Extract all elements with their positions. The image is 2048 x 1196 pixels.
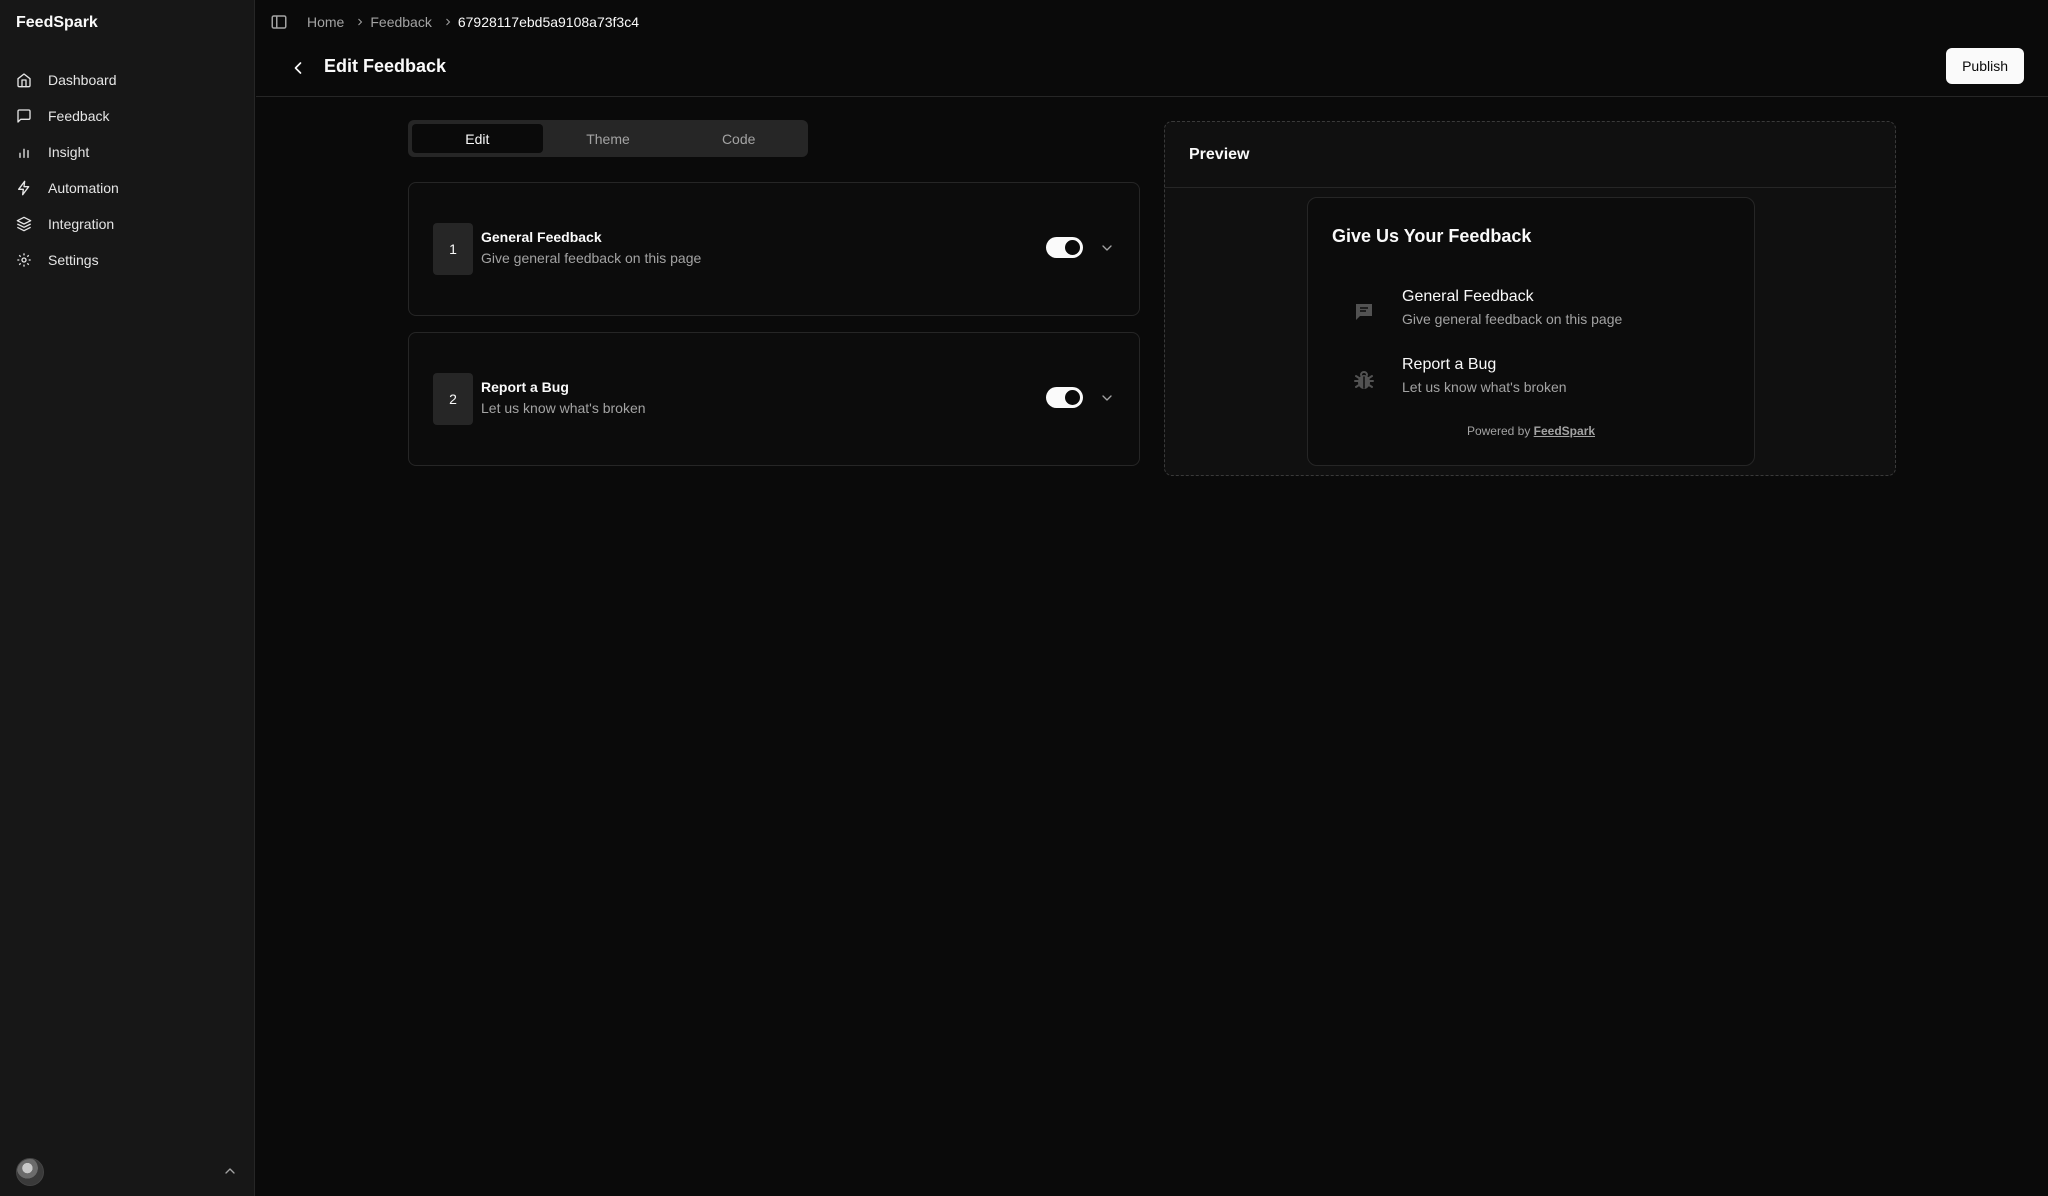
option-title: Report a Bug [481, 379, 569, 395]
bug-icon [1354, 371, 1374, 389]
sidebar-item-label: Feedback [48, 108, 110, 124]
widget-item-general-feedback[interactable]: General Feedback Give general feedback o… [1332, 288, 1732, 338]
toggle-knob [1065, 390, 1080, 405]
preview-panel: Preview Give Us Your Feedback General Fe… [1164, 121, 1896, 476]
sidebar-item-automation[interactable]: Automation [8, 170, 246, 206]
widget-item-description: Let us know what's broken [1402, 379, 1567, 395]
widget-item-title: Report a Bug [1402, 356, 1497, 373]
sidebar-item-dashboard[interactable]: Dashboard [8, 62, 246, 98]
option-description: Give general feedback on this page [481, 250, 702, 266]
avatar[interactable] [16, 1158, 44, 1186]
bar-chart-icon [19, 148, 29, 158]
option-number: 1 [433, 223, 473, 275]
sidebar-toggle-icon[interactable] [270, 13, 288, 31]
breadcrumb-feedback[interactable]: Feedback [370, 14, 431, 30]
option-card-general-feedback: 1 General Feedback Give general feedback… [408, 182, 1140, 316]
page-header: Edit Feedback Publish [256, 44, 2048, 97]
preview-title: Preview [1189, 146, 1250, 163]
chevron-down-icon[interactable] [1099, 240, 1115, 256]
option-enabled-toggle[interactable] [1046, 237, 1083, 258]
chat-bubble-icon [1356, 304, 1372, 320]
sidebar-item-label: Automation [48, 180, 119, 196]
sidebar-item-label: Settings [48, 252, 99, 268]
widget-item-title: General Feedback [1402, 288, 1534, 305]
preview-header: Preview [1165, 122, 1895, 188]
widget-item-report-bug[interactable]: Report a Bug Let us know what's broken [1332, 356, 1732, 406]
brand-logo[interactable]: FeedSpark [16, 14, 98, 32]
option-number: 2 [433, 373, 473, 425]
sidebar-item-label: Dashboard [48, 72, 117, 88]
sidebar-item-label: Insight [48, 144, 90, 160]
feedback-widget: Give Us Your Feedback General Feedback G… [1307, 197, 1755, 466]
chevron-right-icon [445, 18, 451, 26]
chevron-right-icon [358, 18, 363, 26]
tab-code[interactable]: Code [673, 124, 804, 153]
sidebar-item-insight[interactable]: Insight [8, 134, 246, 170]
gear-icon [17, 253, 31, 267]
chevron-up-icon[interactable] [222, 1163, 238, 1182]
zap-icon [18, 180, 30, 196]
sidebar-item-integration[interactable]: Integration [8, 206, 246, 242]
sidebar-item-settings[interactable]: Settings [8, 242, 246, 278]
breadcrumb: Home Feedback 67928117ebd5a9108a73f3c4 [307, 14, 639, 30]
option-title: General Feedback [481, 229, 602, 245]
chevron-down-icon[interactable] [1099, 390, 1115, 406]
tab-theme[interactable]: Theme [543, 124, 674, 153]
powered-by: Powered by FeedSpark [1308, 424, 1754, 438]
sidebar-nav: Dashboard Feedback Insight Automation In… [8, 62, 246, 278]
widget-title: Give Us Your Feedback [1332, 226, 1532, 246]
message-square-icon [17, 109, 31, 123]
sidebar-item-feedback[interactable]: Feedback [8, 98, 246, 134]
option-card-report-bug: 2 Report a Bug Let us know what's broken [408, 332, 1140, 466]
home-icon [17, 73, 31, 88]
user-menu[interactable] [16, 1158, 238, 1186]
topbar: Home Feedback 67928117ebd5a9108a73f3c4 [256, 0, 2048, 44]
publish-button[interactable]: Publish [1946, 48, 2024, 84]
widget-item-description: Give general feedback on this page [1402, 311, 1623, 327]
page-title: Edit Feedback [324, 56, 447, 76]
powered-by-text: Powered by [1466, 424, 1531, 438]
powered-by-link[interactable]: FeedSpark [1534, 424, 1595, 438]
editor-tabs: Edit Theme Code [408, 120, 808, 157]
sidebar: FeedSpark Dashboard Feedback Insight Aut… [0, 0, 255, 1196]
layers-icon [16, 216, 32, 232]
option-description: Let us know what's broken [481, 400, 646, 416]
tab-edit[interactable]: Edit [412, 124, 543, 153]
breadcrumb-home[interactable]: Home [307, 14, 344, 30]
option-enabled-toggle[interactable] [1046, 387, 1083, 408]
sidebar-item-label: Integration [48, 216, 115, 232]
breadcrumb-current: 67928117ebd5a9108a73f3c4 [457, 14, 639, 30]
back-arrow-icon[interactable] [288, 58, 308, 78]
toggle-knob [1065, 240, 1080, 255]
